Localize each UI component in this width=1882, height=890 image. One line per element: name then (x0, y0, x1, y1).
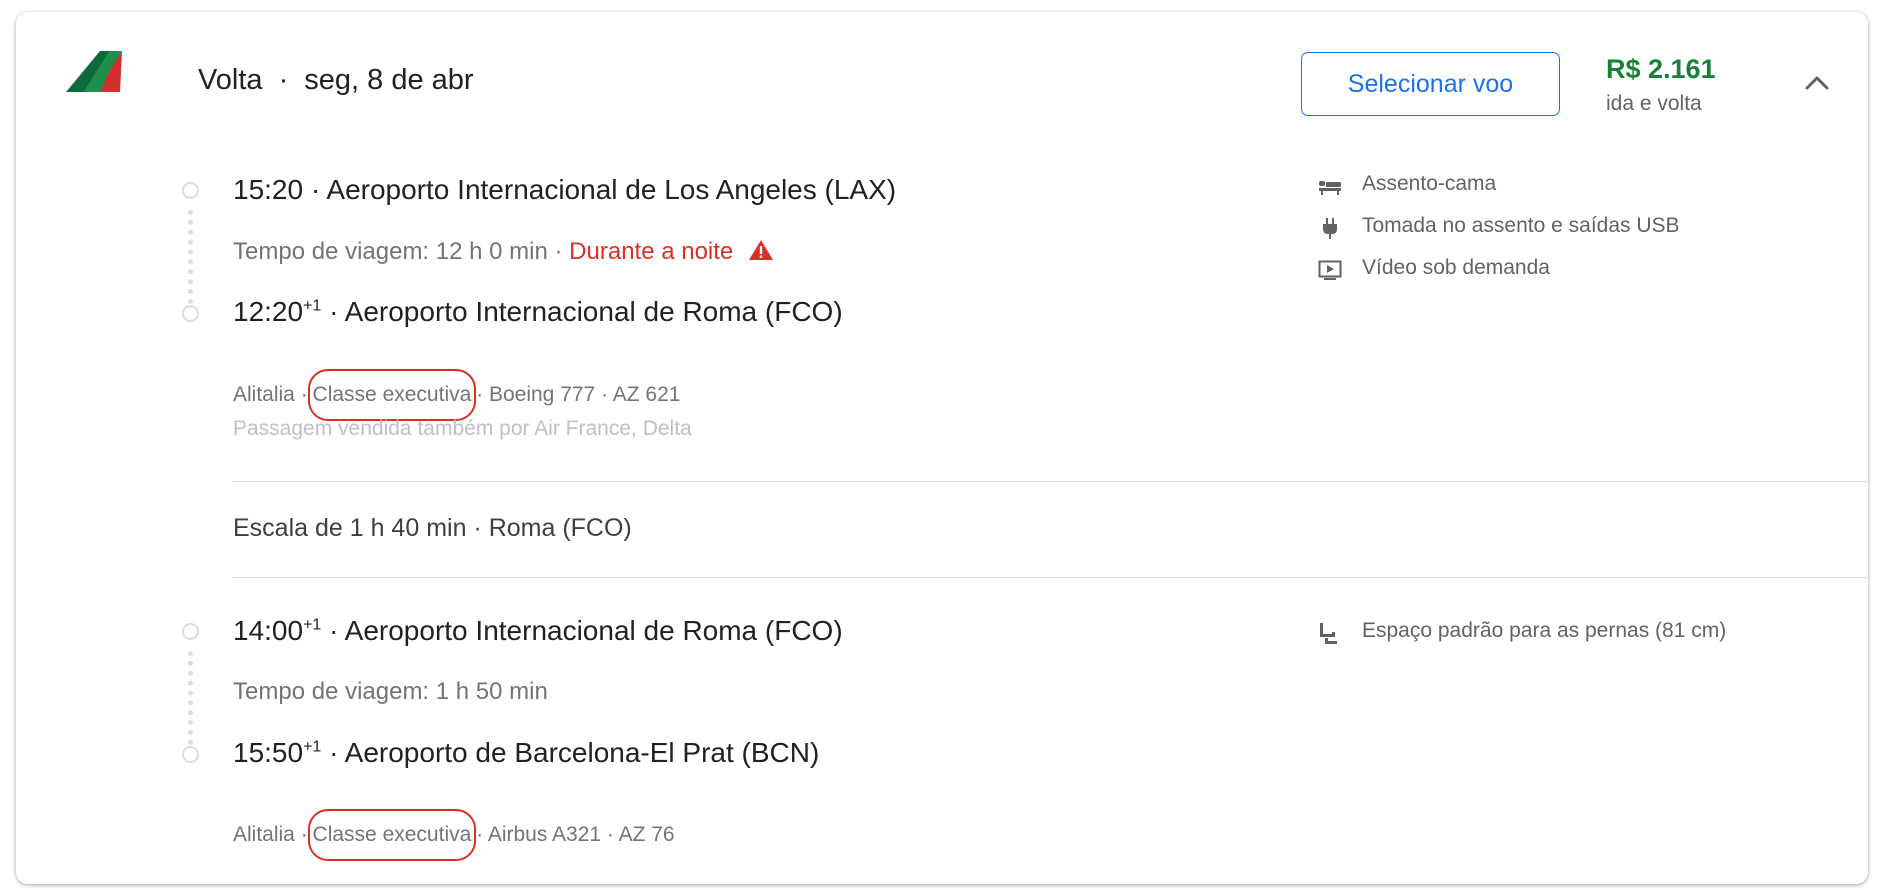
arrival-marker (182, 746, 199, 763)
departure-time: 14:00 (233, 615, 304, 646)
arrival-time: 12:20 (233, 296, 304, 327)
flight-number: AZ 76 (618, 823, 675, 846)
alitalia-logo (66, 51, 122, 92)
price: R$ 2.161 (1606, 54, 1716, 84)
aircraft: Boeing 777 (488, 383, 596, 406)
airline-name: Alitalia (233, 383, 295, 406)
arrival-airport: · Aeroporto Internacional de Roma (FCO) (321, 296, 843, 327)
departure-airport: · Aeroporto Internacional de Roma (FCO) (321, 615, 843, 646)
legroom-icon (1320, 623, 1337, 644)
arrival-line: 15:50+1 · Aeroporto de Barcelona-El Prat… (233, 737, 819, 769)
day-offset: +1 (303, 616, 322, 634)
timeline-dots (188, 651, 193, 745)
lie-flat-seat-icon (1319, 181, 1341, 195)
arrival-marker (182, 305, 199, 322)
departure-line: 14:00+1 · Aeroporto Internacional de Rom… (233, 615, 843, 647)
amenity-label: Assento-cama (1362, 172, 1497, 195)
amenity-label: Tomada no assento e saídas USB (1362, 214, 1680, 237)
flight-date: seg, 8 de abr (304, 64, 474, 96)
warning-icon (748, 240, 773, 260)
travel-duration: Tempo de viagem: 12 h 0 min · (233, 238, 570, 265)
departure-airport: · Aeroporto Internacional de Los Angeles… (303, 174, 897, 205)
cabin-class: Classe executiva (307, 369, 477, 421)
day-offset: +1 (303, 738, 322, 756)
sold-by: Passagem vendida também por Air France, … (233, 417, 692, 440)
power-outlet-icon (1323, 218, 1337, 239)
video-on-demand-icon (1318, 260, 1342, 280)
arrival-line: 12:20+1 · Aeroporto Internacional de Rom… (233, 296, 843, 328)
price-note: ida e volta (1606, 92, 1702, 115)
departure-line: 15:20 · Aeroporto Internacional de Los A… (233, 174, 896, 206)
departure-marker (182, 182, 199, 199)
return-flight-title: Volta · seg, 8 de abr (198, 64, 474, 97)
timeline-dots (188, 210, 193, 304)
divider (232, 577, 1868, 578)
amenity-label: Vídeo sob demanda (1362, 256, 1550, 279)
flight-details: Alitalia · Classe executiva · Boeing 777… (233, 369, 681, 421)
flight-number: AZ 621 (612, 383, 681, 406)
departure-time: 15:20 (233, 174, 304, 205)
cabin-class: Classe executiva (307, 809, 477, 861)
travel-duration: Tempo de viagem: 1 h 50 min (233, 678, 548, 705)
arrival-airport: · Aeroporto de Barcelona-El Prat (BCN) (321, 737, 820, 768)
day-offset: +1 (303, 297, 322, 315)
select-flight-button[interactable]: Selecionar voo (1301, 52, 1560, 116)
departure-marker (182, 623, 199, 640)
travel-time: Tempo de viagem: 12 h 0 min · Durante a … (233, 238, 774, 266)
overnight-warning: Durante a noite (569, 238, 734, 265)
aircraft: Airbus A321 (487, 823, 602, 846)
amenity-label: Espaço padrão para as pernas (81 cm) (1362, 619, 1727, 642)
flight-card: Volta · seg, 8 de abr Selecionar voo R$ … (16, 12, 1868, 884)
arrival-time: 15:50 (233, 737, 304, 768)
flight-details: Alitalia · Classe executiva · Airbus A32… (233, 809, 675, 861)
airline-name: Alitalia (233, 823, 295, 846)
direction-label: Volta (198, 64, 263, 96)
chevron-up-icon[interactable] (1798, 64, 1836, 102)
divider (232, 481, 1868, 482)
title-separator: · (278, 64, 289, 96)
layover-info: Escala de 1 h 40 min · Roma (FCO) (233, 514, 632, 542)
